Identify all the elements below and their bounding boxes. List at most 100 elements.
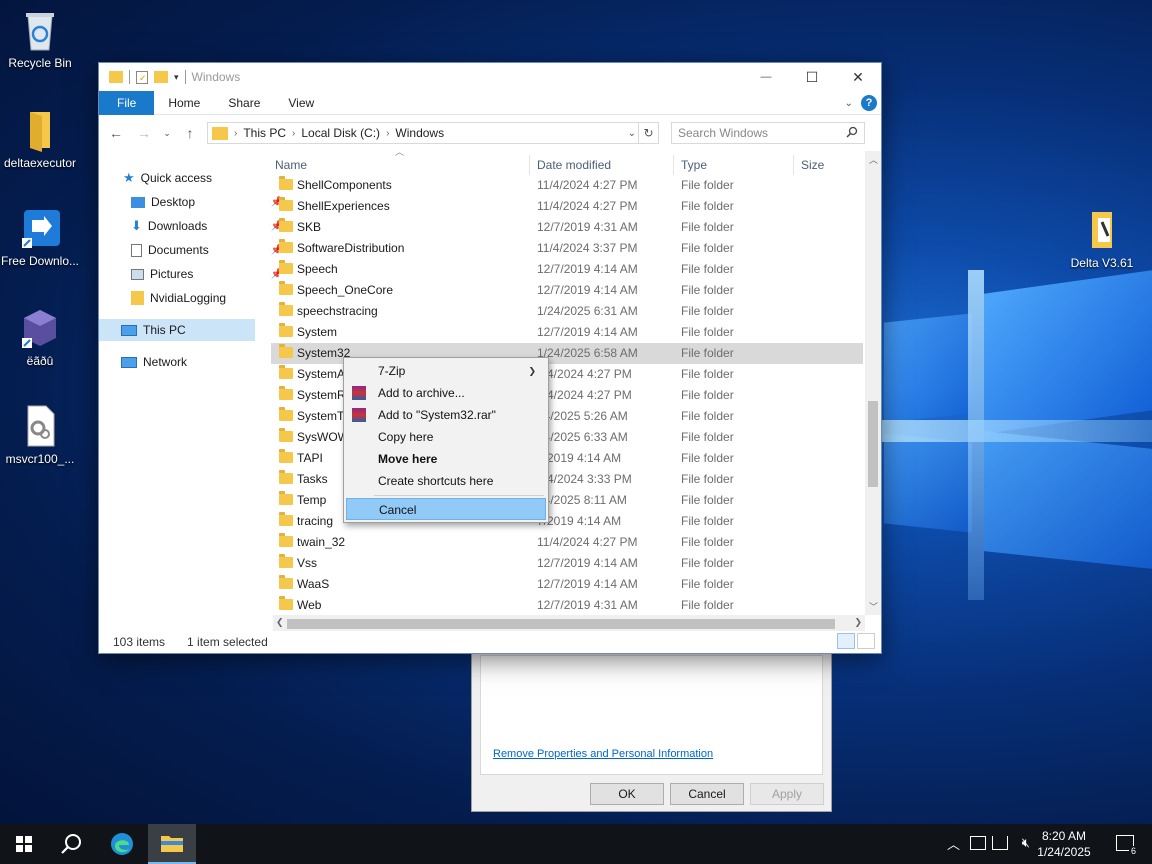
folder-icon: [279, 470, 293, 484]
scroll-thumb[interactable]: [287, 619, 835, 629]
file-type: File folder: [681, 514, 734, 528]
file-date: 12/7/2019 4:14 AM: [537, 556, 638, 570]
file-name: SystemR: [297, 388, 346, 402]
vertical-scrollbar[interactable]: ︿ ﹀: [865, 151, 881, 615]
file-date: 1/4/2024 3:33 PM: [537, 472, 632, 486]
properties-icon[interactable]: ✓: [136, 70, 148, 84]
scroll-left-icon[interactable]: ❮: [276, 617, 284, 628]
cancel-button[interactable]: Cancel: [670, 783, 744, 805]
computer-icon: [121, 324, 137, 336]
nav-documents[interactable]: Documents 📌: [131, 239, 287, 261]
nav-network[interactable]: Network: [121, 351, 277, 373]
menu-item-7zip[interactable]: 7-Zip ❯: [346, 360, 546, 382]
desktop-icon-free-download[interactable]: Free Downlo...: [0, 206, 80, 268]
taskbar-edge[interactable]: [98, 824, 146, 864]
nav-downloads[interactable]: ⬇ Downloads 📌: [131, 215, 287, 237]
back-button[interactable]: ←: [105, 125, 127, 141]
desktop-icon-recycle-bin[interactable]: Recycle Bin: [0, 8, 80, 70]
file-date: 1/24/2025 6:31 AM: [537, 304, 638, 318]
desktop-icon-deltaexecutor[interactable]: deltaexecutor: [0, 108, 80, 170]
address-dropdown-icon[interactable]: ⌄: [628, 128, 636, 139]
scroll-thumb[interactable]: [868, 401, 878, 487]
breadcrumb-separator-icon[interactable]: ›: [292, 128, 295, 139]
help-icon[interactable]: ?: [861, 95, 877, 111]
security-alert-icon[interactable]: [970, 836, 986, 850]
table-row[interactable]: Speech 12/7/2019 4:14 AM File folder: [271, 259, 863, 280]
nav-nvidialogging[interactable]: NvidiaLogging: [131, 287, 287, 309]
minimize-button[interactable]: —: [743, 63, 789, 91]
remove-properties-link[interactable]: Remove Properties and Personal Informati…: [493, 748, 713, 760]
qat-dropdown-icon[interactable]: ▾: [174, 72, 179, 83]
tab-home[interactable]: Home: [154, 91, 214, 115]
tab-file[interactable]: File: [99, 90, 155, 115]
breadcrumb-windows[interactable]: Windows: [395, 126, 444, 140]
start-button[interactable]: [0, 824, 48, 864]
close-button[interactable]: ✕: [835, 63, 881, 91]
table-row[interactable]: WaaS 12/7/2019 4:14 AM File folder: [271, 574, 863, 595]
desktop-icon-delta[interactable]: Delta V3.61: [1062, 208, 1142, 270]
table-row[interactable]: SoftwareDistribution 11/4/2024 3:37 PM Fil…: [271, 238, 863, 259]
table-row[interactable]: Speech_OneCore 12/7/2019 4:14 AM File fold…: [271, 280, 863, 301]
nav-desktop[interactable]: Desktop 📌: [131, 191, 287, 213]
refresh-icon[interactable]: ↻: [638, 123, 658, 143]
up-button[interactable]: ↑: [179, 125, 201, 141]
file-type: File folder: [681, 283, 734, 297]
large-icons-view-button[interactable]: [857, 633, 875, 649]
details-view-button[interactable]: [837, 633, 855, 649]
menu-item-add-to-archive[interactable]: Add to archive...: [346, 382, 546, 404]
clock[interactable]: 8:20 AM 1/24/2025: [1034, 828, 1094, 860]
file-date: 11/4/2024 3:37 PM: [537, 241, 638, 255]
breadcrumb-separator-icon[interactable]: ›: [234, 128, 237, 139]
taskbar-file-explorer[interactable]: [148, 824, 196, 864]
menu-item-move-here[interactable]: Move here: [346, 448, 546, 470]
tab-share[interactable]: Share: [214, 91, 274, 115]
horizontal-scrollbar[interactable]: ❮ ❯: [273, 615, 865, 631]
menu-item-cancel[interactable]: Cancel: [346, 498, 546, 520]
table-row[interactable]: Vss 12/7/2019 4:14 AM File folder: [271, 553, 863, 574]
ok-button[interactable]: OK: [590, 783, 664, 805]
desktop-icon-game[interactable]: ëãðû: [0, 306, 80, 368]
maximize-button[interactable]: ☐: [789, 63, 835, 91]
title-bar[interactable]: ✓ ▾ Windows — ☐ ✕: [99, 63, 881, 91]
new-folder-icon[interactable]: [154, 71, 168, 83]
network-icon[interactable]: [992, 836, 1008, 850]
nav-quick-access[interactable]: ★ Quick access: [123, 167, 279, 189]
column-header-name[interactable]: Name: [275, 155, 307, 175]
folder-icon: [279, 365, 293, 379]
folder-icon: [212, 126, 228, 140]
search-button[interactable]: [48, 824, 96, 864]
column-header-date[interactable]: Date modified: [537, 155, 611, 175]
menu-item-add-to-rar[interactable]: Add to "System32.rar": [346, 404, 546, 426]
recent-locations-icon[interactable]: ⌄: [161, 128, 173, 139]
search-input[interactable]: Search Windows: [671, 122, 865, 144]
table-row[interactable]: SKB 12/7/2019 4:31 AM File folder: [271, 217, 863, 238]
address-bar[interactable]: › This PC › Local Disk (C:) › Windows ⌄ …: [207, 122, 659, 144]
table-row[interactable]: Web 12/7/2019 4:31 AM File folder: [271, 595, 863, 616]
menu-item-label: Add to "System32.rar": [378, 408, 496, 422]
expand-ribbon-icon[interactable]: ⌄: [845, 98, 853, 109]
table-row[interactable]: speechstracing 1/24/2025 6:31 AM File fold…: [271, 301, 863, 322]
volume-muted-icon[interactable]: 🔇︎: [1022, 835, 1030, 851]
breadcrumb-this-pc[interactable]: This PC: [243, 126, 286, 140]
breadcrumb-local-disk[interactable]: Local Disk (C:): [301, 126, 380, 140]
scroll-down-icon[interactable]: ﹀: [869, 600, 878, 613]
scroll-right-icon[interactable]: ❯: [854, 617, 862, 628]
column-header-type[interactable]: Type: [681, 155, 707, 175]
nav-this-pc[interactable]: This PC: [99, 319, 255, 341]
breadcrumb-separator-icon[interactable]: ›: [386, 128, 389, 139]
menu-item-copy-here[interactable]: Copy here: [346, 426, 546, 448]
table-row[interactable]: ShellExperiences 11/4/2024 4:27 PM File fo…: [271, 196, 863, 217]
scroll-up-icon[interactable]: ︿: [869, 153, 878, 166]
folder-icon: [279, 533, 293, 547]
show-hidden-icons-icon[interactable]: ︿: [947, 834, 960, 853]
folder-icon: [279, 323, 293, 337]
desktop-icon-msvcr100[interactable]: msvcr100_...: [0, 404, 80, 466]
table-row[interactable]: System 12/7/2019 4:14 AM File folder: [271, 322, 863, 343]
tab-view[interactable]: View: [274, 91, 328, 115]
menu-item-create-shortcuts[interactable]: Create shortcuts here: [346, 470, 546, 492]
table-row[interactable]: twain_32 11/4/2024 4:27 PM File folder: [271, 532, 863, 553]
table-row[interactable]: ShellComponents 11/4/2024 4:27 PM File fol…: [271, 175, 863, 196]
nav-pictures[interactable]: Pictures 📌: [131, 263, 287, 285]
folder-icon: [279, 344, 293, 358]
column-header-size[interactable]: Size: [801, 155, 824, 175]
